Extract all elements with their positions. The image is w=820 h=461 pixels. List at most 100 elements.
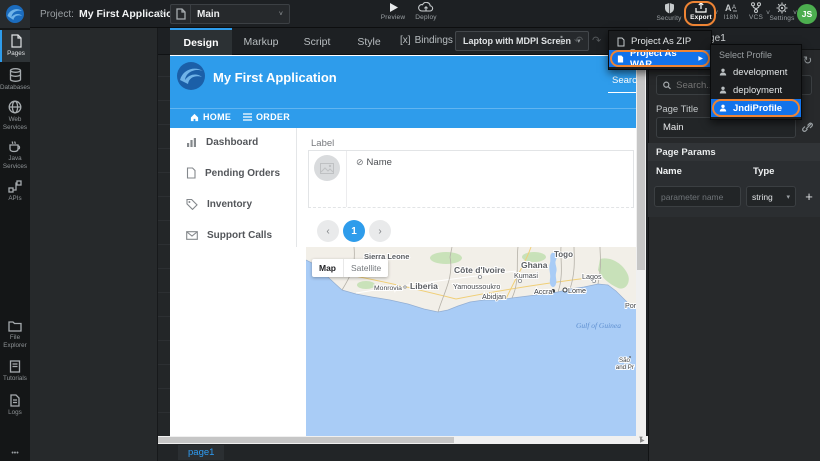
app-logo [176,61,206,91]
pagination-next-button[interactable]: › [369,220,391,242]
profile-icon [719,104,727,112]
database-icon [9,68,22,82]
profile-item-jndiprofile[interactable]: JndiProfile [711,99,801,117]
device-selector-dropdown[interactable]: Laptop with MDPI Screen ▾ [455,31,589,51]
vcs-button[interactable]: VCS [744,2,768,21]
nav-order[interactable]: ORDER [243,112,290,122]
canvas-horizontal-scrollbar[interactable] [158,436,648,444]
param-column-name: Name [656,166,682,177]
chevron-down-icon: ▾ [786,193,790,201]
param-name-input[interactable] [654,186,741,207]
document-icon [186,167,196,179]
logs-icon [9,394,21,407]
tutorials-icon [9,360,21,373]
pagination-page-1[interactable]: 1 [343,220,365,242]
horizontal-scroll-thumb[interactable] [158,437,454,443]
label-widget[interactable]: Label [311,138,334,149]
preview-button[interactable]: Preview [378,2,408,21]
card-name-field[interactable]: ⊘ Name [356,157,392,168]
canvas-vertical-divider [296,128,297,247]
rail-item-file-explorer[interactable]: File Explorer [0,316,30,354]
security-button[interactable]: Security [652,2,686,22]
rail-item-apis[interactable]: APIs [0,176,30,206]
page-icon [176,8,186,20]
card-divider [346,151,347,207]
overflow-icon: ••• [11,450,18,457]
profile-item-deployment[interactable]: deployment [711,81,801,99]
map-label-monrovia: Monrovia [374,285,402,292]
tab-design[interactable]: Design [170,28,232,55]
home-icon [190,113,199,122]
tab-script[interactable]: Script [290,28,344,55]
rail-overflow-button[interactable]: ••• [0,446,30,458]
envelope-icon [186,231,198,240]
dashboard-chart-icon [186,137,197,148]
tag-icon [186,199,198,210]
undo-icon[interactable]: ↶ [574,34,583,47]
satellite-button[interactable]: Satellite [343,259,388,277]
canvas-gutter-ruler [158,28,170,436]
rail-item-tutorials[interactable]: Tutorials [0,356,30,388]
redo-icon[interactable]: ↷ [592,34,601,47]
profile-icon [719,86,727,94]
map-label-yamoussoukro: Yamoussoukro [453,282,500,291]
bindings-button[interactable]: [x] Bindings ˅ [400,35,461,46]
folder-icon [8,320,22,332]
page-title-label: Page Title [656,104,698,115]
deploy-button[interactable]: Deploy [408,2,444,21]
tab-style[interactable]: Style [344,28,394,55]
rail-item-web-services[interactable]: Web Services [0,96,30,134]
page-selector-dropdown[interactable]: Main ˅ [190,4,290,24]
settings-button[interactable]: Settings [768,2,796,22]
vertical-scroll-thumb[interactable] [637,60,645,270]
translate-icon: A A [725,2,738,13]
pagination-prev-button[interactable]: ‹ [317,220,339,242]
page-file-icon [170,4,190,24]
app-root: Project: My First Application > Main ˅ P… [0,0,820,461]
wavemaker-logo[interactable] [0,0,30,28]
rail-item-databases[interactable]: Databases [0,64,30,94]
page-menu-inventory[interactable]: Inventory [178,194,290,214]
page-menu-dashboard[interactable]: Dashboard [178,132,290,152]
app-navbar [170,108,636,128]
map-label-cote-divoire: Côte d'Ivoire [454,265,505,275]
map-type-control: Map Satellite [312,259,388,277]
bind-chain-icon[interactable] [801,122,813,134]
page-selector-value: Main [197,9,279,20]
tab-markup[interactable]: Markup [232,28,290,55]
map-button[interactable]: Map [312,259,343,277]
api-nodes-icon [8,180,22,193]
chevron-down-icon: ˅ [279,11,283,18]
map-label-gulf-of-guinea: Gulf of Guinea [576,321,621,330]
open-page-tab[interactable]: page1 [178,445,224,460]
profile-item-development[interactable]: development [711,63,801,81]
rail-item-logs[interactable]: Logs [0,390,30,422]
picture-icon [320,163,334,174]
page-menu-support-calls[interactable]: Support Calls [178,225,290,245]
param-column-type: Type [753,166,774,177]
page-title-input[interactable] [656,117,796,138]
rail-item-java-services[interactable]: Java Services [0,136,30,174]
export-menu-item-war[interactable]: Project As WAR ▶ [609,50,711,67]
param-type-select[interactable]: string ▾ [746,186,796,207]
nav-home[interactable]: HOME [190,112,231,122]
profile-icon [719,68,727,76]
file-zip-icon [617,37,625,47]
page-menu-pending-orders[interactable]: Pending Orders [178,163,290,183]
kebab-menu-icon[interactable]: ⋮ [556,34,567,47]
top-bar: Project: My First Application > Main ˅ P… [0,0,820,28]
panel-refresh-icon[interactable]: ↻ [803,54,812,67]
user-avatar[interactable]: JS [797,4,817,24]
i18n-button[interactable]: A A I18N [718,2,744,21]
scroll-right-icon[interactable]: ▶ [640,437,645,444]
globe-icon [8,100,22,114]
branch-icon [750,2,762,13]
shield-icon [664,2,675,14]
export-button[interactable]: Export [688,2,714,21]
search-icon [663,81,671,90]
add-param-button[interactable]: + [801,186,817,207]
profile-submenu: Select Profile development deployment Jn… [710,44,802,120]
canvas-vertical-scrollbar[interactable] [636,55,646,445]
rail-item-pages[interactable]: Pages [0,30,30,62]
left-rail: Pages Databases Web Services Java Servic… [0,28,30,461]
